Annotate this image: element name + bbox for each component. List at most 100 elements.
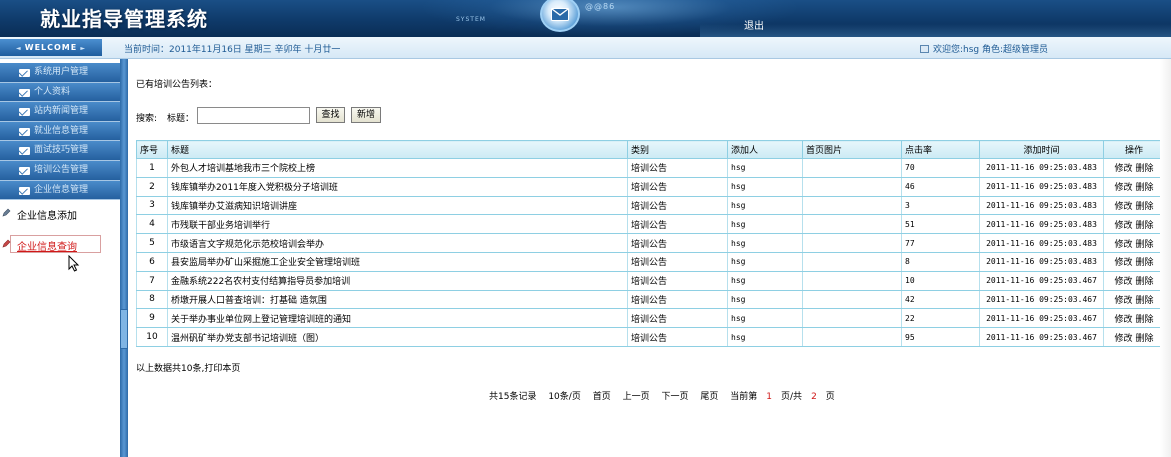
- cell-title: 桥墩开展人口普查培训：打基础 造氛围: [167, 289, 628, 310]
- welcome-tab: ◄ WELCOME ►: [0, 39, 102, 56]
- cell-no: 9: [136, 308, 168, 329]
- delete-link[interactable]: 删除: [1135, 202, 1153, 212]
- col-header-adder[interactable]: 添加人: [727, 140, 803, 159]
- arrow-left-icon: ◄: [16, 45, 25, 52]
- menu-label: 系统用户管理: [34, 67, 89, 77]
- delete-link[interactable]: 删除: [1135, 315, 1153, 325]
- cell-title: 市残联干部业务培训举行: [167, 214, 628, 235]
- edit-link[interactable]: 修改: [1115, 296, 1133, 306]
- menu-system-users[interactable]: 系统用户管理: [0, 63, 120, 83]
- cell-clicks: 22: [901, 308, 980, 329]
- cell-time: 2011-11-16 09:25:03.467: [979, 270, 1104, 291]
- edit-link[interactable]: 修改: [1115, 202, 1133, 212]
- menu-profile[interactable]: 个人资料: [0, 82, 120, 103]
- search-button[interactable]: 查找: [316, 107, 345, 123]
- table-row: 4 市残联干部业务培训举行 培训公告 hsg 51 2011-11-16 09:25:03…: [136, 214, 1165, 235]
- cell-category: 培训公告: [627, 158, 728, 178]
- pager-next[interactable]: 下一页: [661, 392, 688, 402]
- delete-link[interactable]: 删除: [1135, 221, 1153, 231]
- col-header-title[interactable]: 标题: [167, 140, 628, 159]
- cell-category: 培训公告: [627, 308, 728, 329]
- cell-no: 5: [136, 233, 168, 253]
- delete-link[interactable]: 删除: [1135, 277, 1153, 287]
- divider-handle[interactable]: [120, 309, 128, 349]
- col-header-no[interactable]: 序号: [136, 140, 168, 159]
- envelope-icon: [19, 147, 30, 156]
- menu-jobs[interactable]: 就业信息管理: [0, 121, 120, 142]
- menu-company[interactable]: 企业信息管理: [0, 180, 120, 201]
- cell-title: 金融系统222名农村支付结算指导员参加培训: [167, 270, 628, 291]
- cell-clicks: 70: [901, 158, 980, 178]
- cell-clicks: 46: [901, 176, 980, 197]
- sub-company-query[interactable]: 企业信息查询: [2, 235, 101, 253]
- cell-category: 培训公告: [627, 289, 728, 310]
- edit-link[interactable]: 修改: [1115, 277, 1133, 287]
- window-scrollbar[interactable]: [1160, 59, 1171, 457]
- pager-current-suffix: 页: [825, 392, 835, 402]
- cell-no: 3: [136, 195, 168, 216]
- col-header-clicks[interactable]: 点击率: [901, 140, 980, 159]
- cell-adder: hsg: [727, 289, 803, 310]
- menu-label: 站内新闻管理: [34, 106, 89, 117]
- delete-link[interactable]: 删除: [1135, 296, 1153, 306]
- cell-category: 培训公告: [627, 195, 728, 216]
- menu-news[interactable]: 站内新闻管理: [0, 102, 120, 122]
- cell-actions: 修改 删除: [1103, 158, 1165, 178]
- cell-actions: 修改 删除: [1103, 176, 1165, 197]
- edit-link[interactable]: 修改: [1115, 164, 1133, 174]
- app-title: 就业指导管理系统: [40, 7, 208, 31]
- training-notice-table: 序号 标题 类别 添加人 首页图片 点击率 添加时间 操作 1 外包人才培训基地我…: [136, 140, 1165, 347]
- pager-total-pages: 2: [811, 392, 817, 402]
- edit-link[interactable]: 修改: [1115, 334, 1133, 344]
- pager-current-page: 1: [766, 392, 773, 402]
- delete-link[interactable]: 删除: [1135, 334, 1153, 344]
- delete-link[interactable]: 删除: [1135, 183, 1153, 193]
- cell-image: [802, 195, 902, 216]
- table-row: 10 温州矾矿举办党支部书记培训班（图） 培训公告 hsg 95 2011-11-16 0…: [136, 327, 1165, 347]
- col-header-time[interactable]: 添加时间: [979, 140, 1104, 159]
- pager-prev[interactable]: 上一页: [623, 392, 650, 402]
- add-button[interactable]: 新增: [351, 107, 381, 123]
- cell-time: 2011-11-16 09:25:03.483: [979, 251, 1104, 272]
- cell-no: 6: [136, 251, 168, 272]
- delete-link[interactable]: 删除: [1135, 240, 1153, 250]
- envelope-icon: [19, 186, 30, 195]
- search-label: 搜索:: [136, 114, 158, 124]
- cell-image: [802, 327, 902, 347]
- menu-label: 面试技巧管理: [34, 145, 89, 156]
- col-header-actions[interactable]: 操作: [1103, 140, 1165, 159]
- footer-note: 以上数据共10条,打印本页: [136, 364, 241, 374]
- title-search-input[interactable]: [197, 107, 310, 124]
- col-header-category[interactable]: 类别: [627, 140, 728, 159]
- cell-actions: 修改 删除: [1103, 233, 1165, 253]
- delete-link[interactable]: 删除: [1135, 258, 1153, 268]
- cell-actions: 修改 删除: [1103, 251, 1165, 272]
- edit-link[interactable]: 修改: [1115, 258, 1133, 268]
- top-banner: 就业指导管理系统 SYSTEM @@86 退出: [0, 0, 1171, 37]
- table-row: 8 桥墩开展人口普查培训：打基础 造氛围 培训公告 hsg 42 2011-11-16 0…: [136, 289, 1165, 310]
- pager-current-prefix: 当前第: [730, 392, 758, 402]
- title-label: 标题：: [167, 114, 195, 124]
- pager-last[interactable]: 尾页: [700, 392, 718, 402]
- pager-first[interactable]: 首页: [593, 392, 611, 402]
- col-header-image[interactable]: 首页图片: [802, 140, 902, 159]
- mouse-cursor-icon: [68, 255, 80, 272]
- logout-link[interactable]: 退出: [744, 17, 764, 32]
- menu-interview[interactable]: 面试技巧管理: [0, 141, 120, 161]
- menu-label: 企业信息管理: [34, 184, 89, 195]
- cell-time: 2011-11-16 09:25:03.483: [979, 214, 1104, 235]
- edit-link[interactable]: 修改: [1115, 221, 1133, 231]
- menu-training[interactable]: 培训公告管理: [0, 160, 120, 181]
- sub-company-add[interactable]: 企业信息添加: [0, 205, 120, 223]
- sidebar-divider[interactable]: [120, 59, 128, 457]
- edit-link[interactable]: 修改: [1115, 240, 1133, 250]
- menu-label: 个人资料: [34, 86, 71, 97]
- edit-link[interactable]: 修改: [1115, 183, 1133, 193]
- edit-link[interactable]: 修改: [1115, 315, 1133, 325]
- cell-image: [802, 251, 902, 272]
- system-label: SYSTEM: [456, 16, 486, 23]
- cell-title: 钱库镇举办艾滋病知识培训讲座: [167, 195, 628, 216]
- delete-link[interactable]: 删除: [1135, 164, 1153, 174]
- cell-adder: hsg: [727, 270, 803, 291]
- menu-label: 就业信息管理: [34, 125, 89, 136]
